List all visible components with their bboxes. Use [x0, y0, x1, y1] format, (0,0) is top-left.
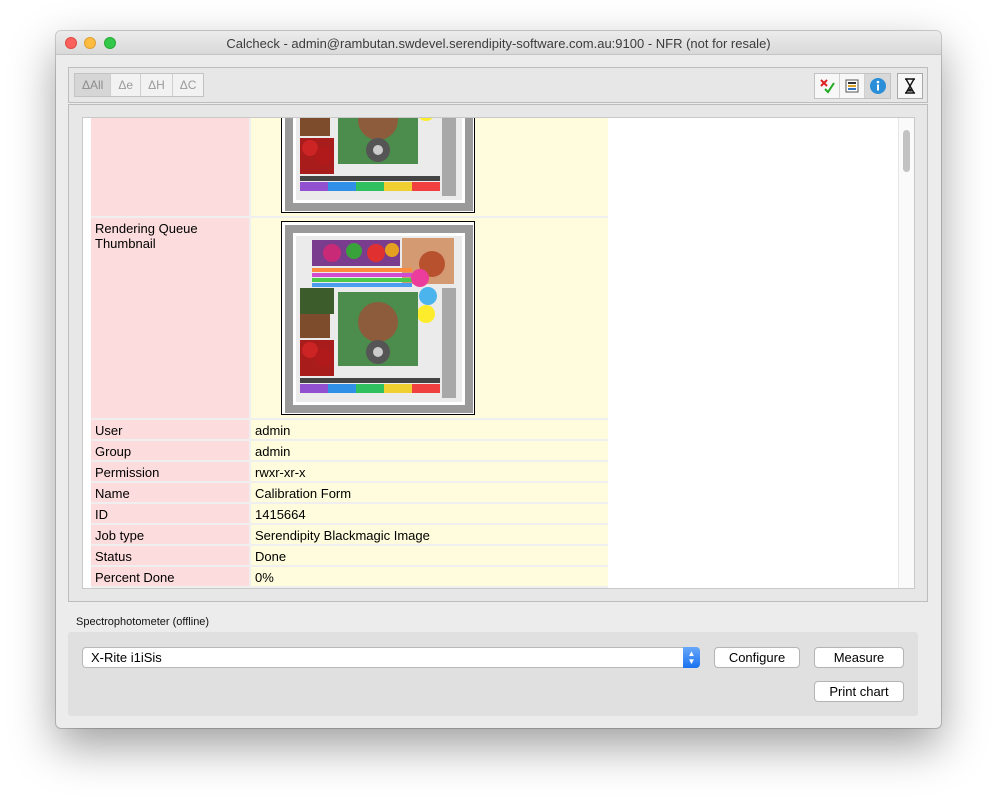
row-label: Name	[91, 483, 251, 504]
table-row: Percent Done 0%	[91, 567, 608, 588]
row-value: 1415664	[251, 504, 608, 525]
row-value: Done	[251, 546, 608, 567]
view-mode-group	[814, 73, 891, 99]
row-label: Rendering Queue Thumbnail	[91, 218, 251, 420]
scrollbar-thumb[interactable]	[903, 130, 910, 172]
row-value: 0%	[251, 567, 608, 588]
row-label: User	[91, 420, 251, 441]
check-cross-icon	[820, 79, 835, 94]
select-arrows-icon[interactable]: ▲ ▼	[683, 647, 700, 668]
spectrophotometer-panel: X-Rite i1iSis ▲ ▼ Configure Measure Print…	[68, 632, 918, 716]
row-label: Status	[91, 546, 251, 567]
measure-button[interactable]: Measure	[814, 647, 904, 668]
delta-e-button[interactable]: Δe	[111, 74, 142, 96]
pass-fail-view-button[interactable]	[815, 74, 840, 98]
details-table: Rendering Queue Thumbnail User admin Gro…	[91, 118, 608, 588]
delta-h-button[interactable]: ΔH	[141, 74, 173, 96]
details-panel[interactable]: Rendering Queue Thumbnail User admin Gro…	[82, 117, 915, 589]
table-row: Name Calibration Form	[91, 483, 608, 504]
delta-c-button[interactable]: ΔC	[173, 74, 204, 96]
title-bar: Calcheck - admin@rambutan.swdevel.serend…	[56, 31, 941, 55]
row-label: ID	[91, 504, 251, 525]
device-select-value: X-Rite i1iSis	[91, 650, 162, 665]
table-row: Permission rwxr-xr-x	[91, 462, 608, 483]
list-icon	[845, 79, 859, 93]
row-value: Calibration Form	[251, 483, 608, 504]
table-row: Job type Serendipity Blackmagic Image	[91, 525, 608, 546]
table-row: Rendering Queue Thumbnail	[91, 218, 608, 420]
vertical-scrollbar[interactable]	[898, 118, 914, 588]
window-title: Calcheck - admin@rambutan.swdevel.serend…	[226, 36, 771, 51]
info-view-button[interactable]	[865, 74, 890, 98]
table-row: ID 1415664	[91, 504, 608, 525]
delta-all-button[interactable]: ΔAll	[75, 74, 112, 96]
row-label: Permission	[91, 462, 251, 483]
list-view-button[interactable]	[840, 74, 865, 98]
toolbar: ΔAll Δe ΔH ΔC	[68, 67, 928, 103]
row-label: Percent Done	[91, 567, 251, 588]
row-label: Job type	[91, 525, 251, 546]
app-window: Calcheck - admin@rambutan.swdevel.serend…	[56, 31, 941, 728]
row-value: rwxr-xr-x	[251, 462, 608, 483]
device-select[interactable]: X-Rite i1iSis ▲ ▼	[82, 647, 700, 668]
configure-button[interactable]: Configure	[714, 647, 800, 668]
delta-filter-group: ΔAll Δe ΔH ΔC	[74, 73, 205, 97]
print-chart-button[interactable]: Print chart	[814, 681, 904, 702]
table-row: Status Done	[91, 546, 608, 567]
previous-thumbnail-image	[281, 118, 475, 213]
row-value: Serendipity Blackmagic Image	[251, 525, 608, 546]
info-icon	[869, 78, 886, 94]
table-row: Group admin	[91, 441, 608, 462]
spectrophotometer-label: Spectrophotometer (offline)	[76, 616, 210, 628]
row-label: Group	[91, 441, 251, 462]
table-row	[91, 118, 608, 218]
table-row: User admin	[91, 420, 608, 441]
hourglass-icon	[905, 78, 915, 94]
row-value: admin	[251, 420, 608, 441]
rendering-queue-thumbnail-image	[281, 221, 475, 415]
details-frame: Rendering Queue Thumbnail User admin Gro…	[68, 104, 928, 602]
row-value: admin	[251, 441, 608, 462]
row-label-blank	[91, 118, 251, 218]
busy-status-button[interactable]	[897, 73, 923, 99]
